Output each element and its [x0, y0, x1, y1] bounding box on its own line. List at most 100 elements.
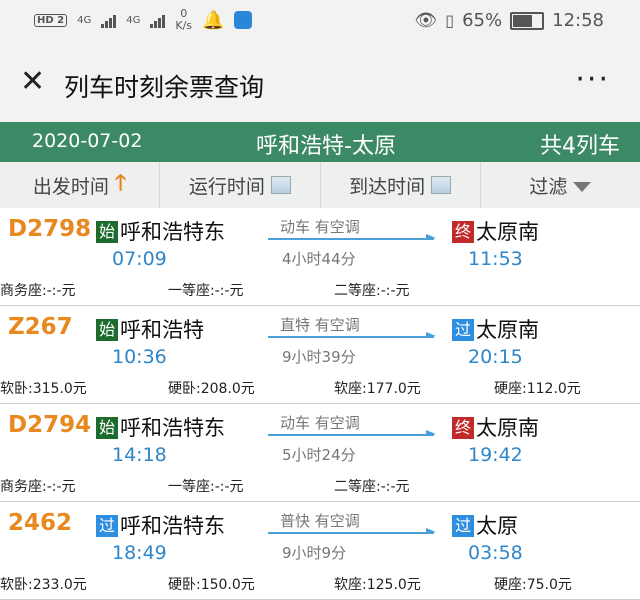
- from-station-name: 呼和浩特东: [120, 514, 225, 538]
- sort-bar: 出发时间 🡑 运行时间 到达时间 过滤: [0, 162, 640, 209]
- sort-arrive-time[interactable]: 到达时间: [321, 162, 481, 208]
- arrive-time: 03:58: [468, 542, 523, 564]
- to-station-name: 太原: [476, 514, 518, 538]
- station-badge: 始: [96, 221, 118, 243]
- seat-price: 软座:125.0元: [334, 577, 421, 593]
- to-station-name: 太原南: [476, 416, 539, 440]
- train-number: 2462: [8, 510, 73, 536]
- sort-depart-label: 出发时间: [32, 175, 109, 198]
- depart-time: 18:49: [112, 542, 167, 564]
- status-right: 👁 ▯ 65% 12:58: [414, 10, 604, 31]
- image-icon: [431, 176, 452, 194]
- network-type-1: 4G: [77, 14, 92, 26]
- duration: 9小时39分: [282, 348, 356, 366]
- seat-price: 硬卧:208.0元: [168, 381, 255, 397]
- duration: 4小时44分: [282, 250, 356, 268]
- duration: 5小时24分: [282, 446, 356, 464]
- seat-price: 硬座:112.0元: [494, 381, 581, 397]
- depart-time: 14:18: [112, 444, 167, 466]
- station-badge: 始: [96, 417, 118, 439]
- train-type: 普快 有空调: [280, 512, 360, 530]
- sort-arrive-label: 到达时间: [349, 175, 426, 198]
- station-badge: 终: [452, 417, 474, 439]
- seat-price: 软卧:315.0元: [0, 381, 87, 397]
- page-title: 列车时刻余票查询: [64, 73, 265, 102]
- from-station: 始呼和浩特: [96, 314, 204, 344]
- seat-price: 二等座:-:-元: [334, 479, 410, 495]
- signal-icon: [101, 12, 117, 28]
- from-station: 始呼和浩特东: [96, 412, 225, 442]
- duration: 9小时9分: [282, 544, 347, 562]
- seat-price: 商务座:-:-元: [0, 479, 76, 495]
- filter-button[interactable]: 过滤: [481, 162, 640, 208]
- filter-label: 过滤: [529, 175, 568, 198]
- to-station: 终太原南: [452, 216, 539, 246]
- from-station-name: 呼和浩特: [120, 318, 204, 342]
- sort-run-label: 运行时间: [188, 175, 265, 198]
- train-list: D2798 始呼和浩特东 07:09 动车 有空调 4小时44分 终太原南 11…: [0, 208, 640, 600]
- route-arrow-icon: [268, 430, 436, 436]
- route-info-bar: 2020-07-02 呼和浩特-太原 共4列车: [0, 122, 640, 162]
- from-station-name: 呼和浩特东: [120, 416, 225, 440]
- travel-date[interactable]: 2020-07-02: [32, 130, 142, 152]
- route-arrow-icon: [268, 528, 436, 534]
- seat-price: 二等座:-:-元: [334, 283, 410, 299]
- train-type: 直特 有空调: [280, 316, 360, 334]
- train-row[interactable]: Z267 始呼和浩特 10:36 直特 有空调 9小时39分 过太原南 20:1…: [0, 306, 640, 404]
- train-number: D2798: [8, 216, 92, 242]
- eye-icon: 👁: [414, 10, 438, 31]
- arrive-time: 11:53: [468, 248, 523, 270]
- station-badge: 过: [96, 515, 118, 537]
- arrive-time: 20:15: [468, 346, 523, 368]
- seat-price: 一等座:-:-元: [168, 283, 244, 299]
- more-icon[interactable]: ···: [575, 62, 610, 97]
- hd-indicator: HD 2: [34, 13, 68, 27]
- station-badge: 终: [452, 221, 474, 243]
- seat-price: 软座:177.0元: [334, 381, 421, 397]
- train-number: D2794: [8, 412, 92, 438]
- seat-price: 硬座:75.0元: [494, 577, 572, 593]
- train-row[interactable]: 2462 过呼和浩特东 18:49 普快 有空调 9小时9分 过太原 03:58…: [0, 502, 640, 600]
- app-notification-icon: [234, 11, 253, 29]
- status-bar: HD 2 4G 4G 0 K/s 🔔 👁 ▯ 65% 12:58: [0, 0, 640, 44]
- seat-price: 硬卧:150.0元: [168, 577, 255, 593]
- arrive-time: 19:42: [468, 444, 523, 466]
- route-arrow-icon: [268, 332, 436, 338]
- route-arrow-icon: [268, 234, 436, 240]
- train-number: Z267: [8, 314, 73, 340]
- clock: 12:58: [552, 10, 604, 31]
- qq-bell-icon: 🔔: [202, 9, 225, 31]
- train-row[interactable]: D2794 始呼和浩特东 14:18 动车 有空调 5小时24分 终太原南 19…: [0, 404, 640, 502]
- from-station-name: 呼和浩特东: [120, 220, 225, 244]
- depart-time: 10:36: [112, 346, 167, 368]
- route-title: 呼和浩特-太原: [256, 134, 396, 159]
- app-bar: ✕ 列车时刻余票查询 ···: [0, 44, 640, 122]
- station-badge: 过: [452, 515, 474, 537]
- train-row[interactable]: D2798 始呼和浩特东 07:09 动车 有空调 4小时44分 终太原南 11…: [0, 208, 640, 306]
- net-speed: 0 K/s: [175, 8, 192, 32]
- train-type: 动车 有空调: [280, 218, 360, 236]
- to-station: 过太原: [452, 510, 518, 540]
- sort-depart-time[interactable]: 出发时间 🡑: [0, 162, 161, 208]
- seat-price: 软卧:233.0元: [0, 577, 87, 593]
- to-station-name: 太原南: [476, 220, 539, 244]
- to-station: 过太原南: [452, 314, 539, 344]
- battery-percent: 65%: [462, 10, 503, 31]
- from-station: 过呼和浩特东: [96, 510, 225, 540]
- to-station: 终太原南: [452, 412, 539, 442]
- station-badge: 始: [96, 319, 118, 341]
- status-left: HD 2 4G 4G 0 K/s 🔔: [34, 8, 253, 32]
- net-speed-unit: K/s: [175, 19, 193, 32]
- signal-icon-2: [150, 12, 166, 28]
- arrow-up-icon: 🡑: [114, 171, 127, 196]
- sort-run-time[interactable]: 运行时间: [160, 162, 321, 208]
- from-station: 始呼和浩特东: [96, 216, 225, 246]
- seat-price: 一等座:-:-元: [168, 479, 244, 495]
- station-badge: 过: [452, 319, 474, 341]
- depart-time: 07:09: [112, 248, 167, 270]
- close-icon[interactable]: ✕: [20, 66, 45, 98]
- train-type: 动车 有空调: [280, 414, 360, 432]
- seat-price: 商务座:-:-元: [0, 283, 76, 299]
- network-type-2: 4G: [126, 14, 141, 26]
- filter-icon: [573, 182, 592, 192]
